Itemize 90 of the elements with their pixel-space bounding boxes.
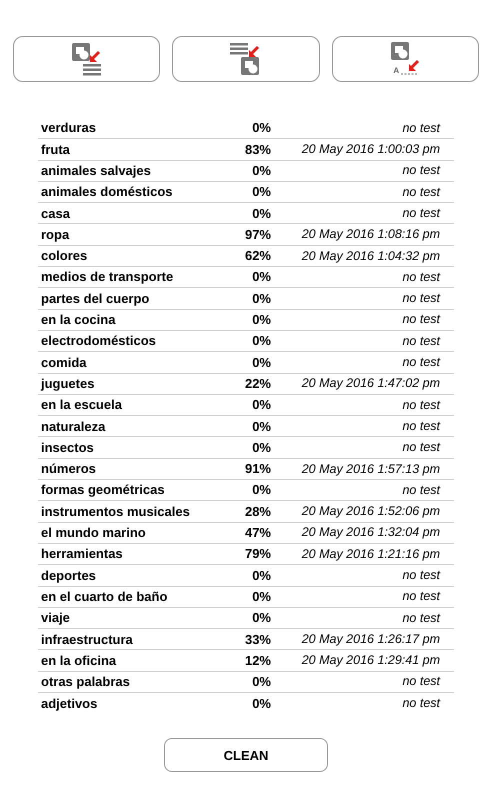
score-percent: 0% [251,481,271,500]
test-date: 20 May 2016 1:47:02 pm [300,375,441,392]
score-percent: 0% [251,268,271,286]
score-percent: 0% [251,566,271,585]
category-name: fruta [40,140,71,159]
tool-button[interactable] [172,36,320,82]
category-name: formas geométricas [40,481,166,500]
test-date: no test [401,567,442,584]
test-date: no test [401,311,442,328]
score-percent: 91% [244,460,271,478]
score-percent: 28% [244,502,271,521]
icon-letter: A [393,66,400,75]
score-percent: 0% [251,396,271,414]
score-percent: 12% [244,652,271,670]
score-percent: 0% [251,311,271,330]
category-name: infraestructura [40,630,134,649]
test-date: no test [401,396,442,414]
test-date: no test [401,588,442,606]
test-date: 20 May 2016 1:26:17 pm [300,630,441,648]
category-name: colores [40,247,88,266]
category-name: en el cuarto de baño [40,588,168,606]
score-percent: 0% [251,418,271,436]
test-date: 20 May 2016 1:57:13 pm [300,460,441,478]
category-name: viaje [40,609,71,628]
tool-button[interactable]: A [332,36,479,82]
clean-button[interactable]: CLEAN [164,738,328,772]
score-percent: 47% [244,524,271,542]
category-name: juguetes [40,374,96,393]
category-name: herramientas [40,545,124,564]
score-percent: 0% [251,119,271,138]
score-percent: 0% [251,438,271,457]
test-date: 20 May 2016 1:08:16 pm [300,226,441,244]
category-name: animales domésticos [40,183,174,202]
category-name: el mundo marino [40,524,147,542]
category-name: instrumentos musicales [40,502,191,521]
test-date: 20 May 2016 1:04:32 pm [300,248,441,265]
category-name: en la cocina [40,311,116,330]
test-date: no test [401,204,442,222]
test-date: no test [401,418,442,435]
score-percent: 0% [251,588,271,606]
test-date: no test [401,482,442,499]
test-date: 20 May 2016 1:52:06 pm [300,503,441,520]
score-percent: 0% [251,609,271,628]
test-date: no test [401,268,442,286]
test-date: 20 May 2016 1:21:16 pm [300,546,441,563]
score-percent: 0% [251,694,271,713]
category-name: en la escuela [40,396,123,414]
category-name: comida [40,354,88,372]
picture-to-list-icon [70,42,104,76]
test-date: no test [401,673,442,690]
category-name: en la oficina [40,652,118,670]
test-date: no test [401,439,442,456]
test-date: 20 May 2016 1:32:04 pm [300,524,441,542]
score-percent: 0% [251,673,271,692]
category-name: animales salvajes [40,162,152,180]
score-percent: 0% [251,183,271,202]
test-date: no test [401,290,442,308]
test-date: no test [401,120,442,137]
category-name: ropa [40,226,70,244]
test-date: no test [401,184,442,201]
test-date: 20 May 2016 1:29:41 pm [300,652,441,670]
category-name: insectos [40,438,95,457]
score-percent: 0% [251,354,271,372]
score-percent: 0% [251,290,271,308]
test-date: no test [401,354,442,372]
category-name: deportes [40,566,97,585]
score-percent: 0% [251,204,271,223]
category-name: partes del cuerpo [40,290,150,308]
category-name: adjetivos [40,694,98,713]
category-name: electrodomésticos [40,332,157,350]
score-percent: 79% [244,545,271,564]
test-date: no test [401,162,442,180]
tool-button[interactable] [13,36,160,82]
score-percent: 33% [244,630,271,649]
test-date: no test [401,695,442,712]
test-date: no test [401,332,442,350]
score-percent: 22% [244,374,271,393]
category-name: naturaleza [40,418,106,436]
score-percent: 97% [244,226,271,244]
score-percent: 0% [251,332,271,350]
category-name: otras palabras [40,673,131,692]
category-name: números [40,460,97,478]
category-name: casa [40,204,71,223]
test-date: 20 May 2016 1:00:03 pm [300,141,441,158]
category-name: verduras [40,119,97,138]
score-percent: 83% [244,140,271,159]
test-date: no test [401,610,442,627]
category-name: medios de transporte [40,268,174,286]
score-percent: 0% [251,162,271,180]
score-percent: 62% [244,247,271,266]
